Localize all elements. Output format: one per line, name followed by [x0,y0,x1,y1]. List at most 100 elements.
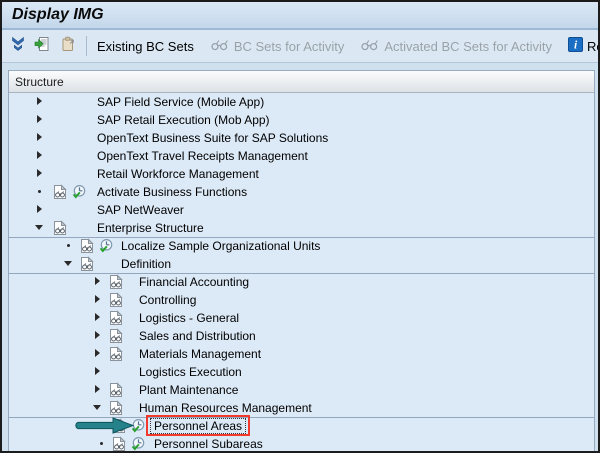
tree-row[interactable]: Localize Sample Organizational Units [9,237,594,255]
expand-arrow-icon[interactable] [93,313,103,323]
tree-item-label[interactable]: SAP Field Service (Mobile App) [97,93,264,111]
tree-body[interactable]: SAP Field Service (Mobile App)SAP Retail… [9,93,594,451]
expand-arrow-icon[interactable] [35,133,45,143]
tree-row[interactable]: Human Resources Management [9,399,594,417]
doc-glasses-icon [112,436,128,451]
release-notes-button[interactable]: i Release [568,37,598,55]
activity-icon[interactable] [130,436,146,451]
doc-glasses-icon [53,220,69,236]
tree-row[interactable]: OpenText Travel Receipts Management [9,147,594,165]
tree-item-label[interactable]: Activate Business Functions [97,183,247,201]
document-arrow-icon [34,36,52,57]
expand-arrow-icon[interactable] [93,277,103,287]
tree-item-label[interactable]: OpenText Business Suite for SAP Solution… [97,129,328,147]
tree-row[interactable]: Logistics Execution [9,363,594,381]
position-button[interactable] [34,37,52,55]
tree-row[interactable]: Definition [9,255,594,273]
expand-arrow-icon[interactable] [93,367,103,377]
bullet-icon [35,187,45,197]
activated-bc-sets-label: Activated BC Sets for Activity [384,39,552,54]
double-chevron-down-icon [10,36,26,57]
expand-arrow-icon[interactable] [93,331,103,341]
collapse-arrow-icon[interactable] [35,223,45,233]
doc-glasses-icon [53,184,69,200]
collapse-arrow-icon[interactable] [93,403,103,413]
expand-arrow-icon[interactable] [35,115,45,125]
tree-row[interactable]: Personnel Areas [9,417,594,435]
expand-arrow-icon[interactable] [93,295,103,305]
tree-row[interactable]: SAP Retail Execution (Mob App) [9,111,594,129]
tree-header-label: Structure [15,75,64,89]
activated-bc-sets-button[interactable]: Activated BC Sets for Activity [360,38,552,54]
collapse-arrow-icon[interactable] [64,259,74,269]
clipboard-icon [60,36,76,57]
expand-arrow-icon[interactable] [35,97,45,107]
tree-row[interactable]: Activate Business Functions [9,183,594,201]
expand-arrow-icon[interactable] [35,151,45,161]
page-title: Display IMG [12,6,104,24]
toolbar-separator [86,36,87,56]
tree-item-label[interactable]: SAP NetWeaver [97,201,184,219]
tree-row[interactable]: SAP Field Service (Mobile App) [9,93,594,111]
bullet-icon [64,241,74,251]
tree-row[interactable]: OpenText Business Suite for SAP Solution… [9,129,594,147]
doc-glasses-icon [109,328,125,344]
tree-row[interactable]: Controlling [9,291,594,309]
tree-row[interactable]: Sales and Distribution [9,327,594,345]
expand-arrow-icon[interactable] [93,385,103,395]
bc-sets-for-activity-button[interactable]: BC Sets for Activity [210,38,345,54]
tree-item-label[interactable]: OpenText Travel Receipts Management [97,147,308,165]
expand-arrow-icon[interactable] [93,349,103,359]
release-notes-label: Release [587,39,598,54]
tree-item-label[interactable]: Logistics - General [139,309,239,327]
tree-item-label[interactable]: Sales and Distribution [139,327,256,345]
img-structure-tree: Structure SAP Field Service (Mobile App)… [8,70,595,451]
sap-window: Display IMG [0,0,600,453]
tree-item-label[interactable]: Materials Management [139,345,261,363]
tree-item-label[interactable]: Financial Accounting [139,273,249,291]
existing-bc-sets-label: Existing BC Sets [97,39,194,54]
expand-collapse-button[interactable] [10,37,26,55]
doc-glasses-icon [109,382,125,398]
tree-row[interactable]: Financial Accounting [9,273,594,291]
tree-item-label[interactable]: Logistics Execution [139,363,242,381]
tree-column-header: Structure [9,71,594,93]
tree-item-label[interactable]: Localize Sample Organizational Units [121,237,320,255]
glasses-icon [360,38,380,54]
doc-glasses-icon [80,256,96,272]
doc-glasses-icon [109,274,125,290]
tree-row[interactable]: Retail Workforce Management [9,165,594,183]
bc-sets-for-activity-label: BC Sets for Activity [234,39,345,54]
expand-arrow-icon[interactable] [35,205,45,215]
tree-row[interactable]: Logistics - General [9,309,594,327]
tree-row[interactable]: Plant Maintenance [9,381,594,399]
paste-button[interactable] [60,37,76,55]
annotation-highlight-box [146,415,250,436]
tree-item-label[interactable]: Personnel Subareas [154,435,263,451]
doc-glasses-icon [109,310,125,326]
annotation-arrow [73,417,135,434]
tree-item-label[interactable]: Controlling [139,291,196,309]
bullet-icon [97,439,107,449]
tree-row[interactable]: Personnel Subareas [9,435,594,451]
tree-item-label[interactable]: Retail Workforce Management [97,165,259,183]
activity-icon[interactable] [98,238,114,254]
activity-icon[interactable] [71,184,87,200]
tree-item-label[interactable]: Plant Maintenance [139,381,238,399]
doc-glasses-icon [109,346,125,362]
window-titlebar: Display IMG [2,2,598,30]
tree-item-label[interactable]: Enterprise Structure [97,219,204,237]
expand-arrow-icon[interactable] [35,169,45,179]
application-toolbar: Existing BC Sets BC Sets for Activity [2,30,598,63]
tree-row[interactable]: SAP NetWeaver [9,201,594,219]
doc-glasses-icon [109,400,125,416]
glasses-icon [210,38,230,54]
doc-glasses-icon [80,238,96,254]
tree-row[interactable]: Materials Management [9,345,594,363]
tree-item-label[interactable]: Definition [121,255,171,273]
tree-item-label[interactable]: SAP Retail Execution (Mob App) [97,111,270,129]
tree-row[interactable]: Enterprise Structure [9,219,594,237]
subtree-separator-line [9,273,594,274]
doc-glasses-icon [109,292,125,308]
existing-bc-sets-button[interactable]: Existing BC Sets [97,39,194,54]
